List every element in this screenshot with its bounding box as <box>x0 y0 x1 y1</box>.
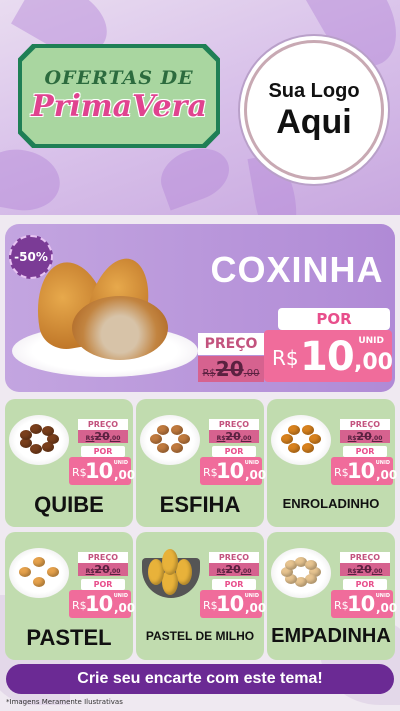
food-item <box>29 443 42 454</box>
por-label: POR <box>212 579 256 590</box>
title-plaque: OFERTAS DE PrimaVera <box>18 44 220 148</box>
old-price: R$20,00 <box>209 563 259 576</box>
old-price: R$20,00 <box>209 430 259 443</box>
product-name: ESFIHA <box>159 492 241 517</box>
plate-image <box>140 415 200 465</box>
discount-badge: -50% <box>9 235 53 279</box>
product-card: PREÇO R$20,00 POR UNID R$ 10,00 EMPADINHA <box>267 532 397 660</box>
featured-por-label: POR <box>278 308 390 330</box>
plate-image <box>271 548 331 598</box>
food-item <box>304 559 317 570</box>
por-label: POR <box>81 446 125 457</box>
featured-preco-label: PREÇO <box>198 333 264 355</box>
preco-label: PREÇO <box>78 552 128 563</box>
preco-label: PREÇO <box>209 552 259 563</box>
por-label: POR <box>343 446 387 457</box>
product-name: PASTEL <box>26 625 112 650</box>
product-name: PASTEL DE MILHO <box>145 629 255 643</box>
product-card: PREÇO R$20,00 POR UNID R$ 10,00 QUIBE <box>5 399 135 527</box>
new-price: UNID R$ 10,00 <box>200 590 266 618</box>
preco-label: PREÇO <box>209 419 259 430</box>
food-item <box>176 559 192 585</box>
new-price: UNID R$ 10,00 <box>200 457 266 485</box>
product-name: EMPADINHA <box>271 625 391 647</box>
disclaimer-note: *Imagens Meramente Ilustrativas <box>6 698 123 706</box>
food-item <box>19 567 31 577</box>
title-line-2: PrimaVera <box>31 89 207 124</box>
new-price: UNID R$ 10,00 <box>69 590 135 618</box>
product-card: PREÇO R$20,00 POR UNID R$ 10,00 ESFIHA <box>136 399 266 527</box>
preco-label: PREÇO <box>340 419 390 430</box>
coxinha-cut-image <box>72 296 168 360</box>
cta-banner[interactable]: Crie seu encarte com este tema! <box>6 664 394 694</box>
product-name: ENROLADINHO <box>282 496 380 511</box>
old-price: R$20,00 <box>340 430 390 443</box>
food-item <box>171 442 183 453</box>
food-item <box>33 577 45 587</box>
product-name: QUIBE <box>34 492 104 517</box>
food-item <box>309 434 321 444</box>
food-item <box>150 434 162 444</box>
por-label: POR <box>343 579 387 590</box>
food-item <box>302 442 314 453</box>
old-price: R$20,00 <box>340 563 390 576</box>
old-price: R$20,00 <box>78 430 128 443</box>
plate-image <box>9 548 69 598</box>
food-item <box>33 557 45 567</box>
por-label: POR <box>81 579 125 590</box>
food-item <box>47 567 59 577</box>
product-card: PREÇO R$20,00 POR UNID R$ 10,00 PASTEL DE MILH… <box>136 532 266 660</box>
featured-product-name: COXINHA <box>210 249 384 290</box>
food-item <box>281 434 293 444</box>
food-item <box>41 441 54 452</box>
new-price: UNID R$ 10,00 <box>331 590 397 618</box>
new-price: UNID R$ 10,00 <box>331 457 397 485</box>
plate-image <box>271 415 331 465</box>
featured-old-price: R$20,00 <box>198 356 264 382</box>
food-item <box>288 442 300 453</box>
por-label: POR <box>212 446 256 457</box>
plate-image <box>9 415 69 465</box>
food-item <box>41 426 54 437</box>
preco-label: PREÇO <box>340 552 390 563</box>
title-line-1: OFERTAS DE <box>44 67 194 89</box>
old-price: R$20,00 <box>78 563 128 576</box>
logo-line-1: Sua Logo <box>268 79 360 102</box>
featured-new-price: UNID R$ 10 ,00 <box>264 330 393 382</box>
preco-label: PREÇO <box>78 419 128 430</box>
food-item <box>157 442 169 453</box>
food-item <box>162 549 178 575</box>
food-item <box>178 434 190 444</box>
logo-line-2: Aqui <box>276 102 352 141</box>
product-card: PREÇO R$20,00 POR UNID R$ 10,00 PASTEL <box>5 532 135 660</box>
logo-placeholder: Sua Logo Aqui <box>244 40 384 180</box>
product-card: PREÇO R$20,00 POR UNID R$ 10,00 ENROLADINHO <box>267 399 397 527</box>
new-price: UNID R$ 10,00 <box>69 457 135 485</box>
